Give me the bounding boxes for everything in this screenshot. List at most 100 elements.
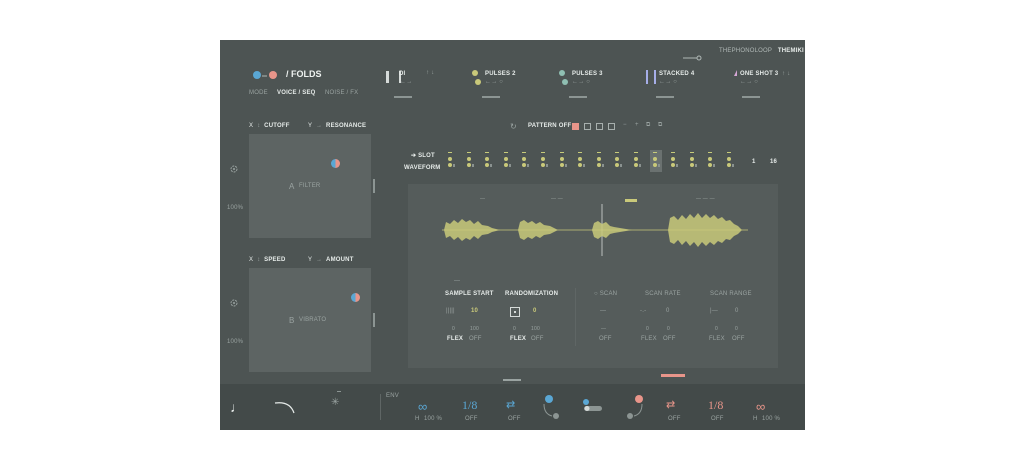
note-icon[interactable]: ♩ <box>230 399 244 415</box>
copy-icon[interactable]: ⧉ <box>646 122 650 129</box>
tab-voice-seq[interactable]: VOICE / SEQ <box>277 90 316 96</box>
scan-range-value[interactable]: 0 <box>735 308 739 314</box>
rate-value-2[interactable]: 1/8 <box>708 398 723 413</box>
horizontal-arrow-icon: → <box>315 257 323 263</box>
scan-range-off[interactable]: OFF <box>732 336 745 342</box>
curve-icon[interactable] <box>274 400 296 414</box>
horizontal-arrow-icon: → <box>315 123 323 129</box>
coral-indicator[interactable] <box>661 374 685 377</box>
sample-start-value[interactable]: 10 <box>471 308 478 314</box>
sequencer-step[interactable] <box>724 150 736 172</box>
voice-underline <box>394 96 412 98</box>
sequencer-step[interactable] <box>445 150 457 172</box>
voice-1[interactable]: DI ←→ <box>386 68 422 102</box>
paste-icon[interactable]: ⧉ <box>658 122 662 129</box>
pad-a-scrollbar[interactable] <box>373 179 375 193</box>
scan-range-icon: |— <box>710 308 718 314</box>
voice-updown-icons[interactable]: ↑ ↓ <box>782 71 790 77</box>
sequencer-step[interactable] <box>705 150 717 172</box>
seq-start[interactable]: 1 <box>752 159 756 165</box>
sample-start-label: SAMPLE START <box>445 291 494 297</box>
rate-off-2[interactable]: OFF <box>711 416 724 422</box>
sequencer-step[interactable] <box>594 150 606 172</box>
sequencer-step[interactable] <box>575 150 587 172</box>
direction-icon-1[interactable]: ⇄ <box>506 398 515 411</box>
tab-mode[interactable]: MODE <box>249 90 268 96</box>
scroll-indicator[interactable] <box>503 379 521 381</box>
pattern-minus[interactable]: − <box>623 122 627 128</box>
sequencer-step[interactable] <box>687 150 699 172</box>
sequencer-step[interactable] <box>482 150 494 172</box>
tab-noise-fx[interactable]: NOISE / FX <box>325 90 358 96</box>
voice-name: PULSES 3 <box>572 71 603 77</box>
burst-icon[interactable]: ✳ <box>331 397 339 408</box>
voice-bars-icon <box>646 70 656 84</box>
sequencer-step[interactable] <box>631 150 643 172</box>
voice-4[interactable]: STACKED 4 ←→ ○ <box>646 68 696 102</box>
mod-source-icon-1[interactable] <box>540 394 562 420</box>
rate-value-1[interactable]: 1/8 <box>462 398 477 413</box>
sequencer-step[interactable] <box>557 150 569 172</box>
pad-a-amount[interactable]: 100% <box>227 205 243 211</box>
pad-a-xy[interactable]: A FILTER <box>249 134 371 238</box>
sample-start-off[interactable]: OFF <box>469 336 482 342</box>
scan-value[interactable]: — <box>600 308 606 314</box>
direction-off-2[interactable]: OFF <box>668 416 681 422</box>
refresh-icon[interactable]: ↻ <box>510 122 517 131</box>
voice-3[interactable]: PULSES 3 ←→ ○ <box>559 68 609 102</box>
dice-icon[interactable] <box>510 307 520 317</box>
voice-updown-icons[interactable]: ↑ ↓ <box>426 70 434 76</box>
pad-a-link-icon[interactable] <box>229 161 239 173</box>
preset-title[interactable]: / FOLDS <box>286 69 322 79</box>
pad-a-handle[interactable] <box>331 159 340 168</box>
sequencer-step[interactable] <box>668 150 680 172</box>
scan-range-flex[interactable]: FLEX <box>709 336 725 342</box>
direction-off-1[interactable]: OFF <box>508 416 521 422</box>
toggle-icon[interactable] <box>582 398 604 412</box>
voice-name: PULSES 2 <box>485 71 516 77</box>
pad-b-amount[interactable]: 100% <box>227 339 243 345</box>
voice-controls-icon: ←→ ○ <box>740 79 759 85</box>
pattern-square-4[interactable] <box>608 123 615 130</box>
scan-range-max: 0 <box>735 326 738 332</box>
pattern-square-3[interactable] <box>596 123 603 130</box>
mod-source-icon-2[interactable] <box>624 394 646 420</box>
pad-b-handle[interactable] <box>351 293 360 302</box>
scan-rate-value[interactable]: 0 <box>666 308 670 314</box>
pad-b-y-param: AMOUNT <box>326 257 354 263</box>
pad-b-xy[interactable]: B VIBRATO <box>249 268 371 372</box>
step-sequencer[interactable] <box>445 150 745 174</box>
pattern-plus[interactable]: + <box>635 122 639 128</box>
pattern-square-2[interactable] <box>584 123 591 130</box>
sequencer-step[interactable] <box>612 150 624 172</box>
loop-icon-1[interactable]: ∞ <box>418 399 427 414</box>
loop-icon-2[interactable]: ∞ <box>756 399 765 414</box>
sequencer-step[interactable] <box>501 150 513 172</box>
direction-icon-2[interactable]: ⇄ <box>666 398 675 411</box>
sequencer-step[interactable] <box>649 150 662 172</box>
voice-2[interactable]: PULSES 2 ←→ ○ <box>472 68 522 102</box>
randomization-flex[interactable]: FLEX <box>510 336 526 342</box>
sequencer-step[interactable] <box>538 150 550 172</box>
randomization-value[interactable]: 0 <box>533 308 537 314</box>
randomization-off[interactable]: OFF <box>531 336 544 342</box>
pattern-label[interactable]: PATTERN OFF <box>528 123 571 129</box>
sequencer-step[interactable] <box>519 150 531 172</box>
voice-controls-icon: ←→ ○ <box>659 79 678 85</box>
voice-ramp-icon <box>734 70 737 76</box>
pad-b-name: VIBRATO <box>299 317 327 323</box>
voice-5[interactable]: ONE SHOT 3 ←→ ○ ↑ ↓ <box>734 68 794 102</box>
scan-off[interactable]: OFF <box>599 336 612 342</box>
scan-rate-off[interactable]: OFF <box>663 336 676 342</box>
scan-rate-flex[interactable]: FLEX <box>641 336 657 342</box>
pattern-square-1[interactable] <box>572 123 579 130</box>
settings-slider-icon[interactable] <box>683 48 703 61</box>
pad-b-scrollbar[interactable] <box>373 313 375 327</box>
sequencer-step[interactable] <box>464 150 476 172</box>
waveform-display[interactable] <box>442 202 748 258</box>
seq-end[interactable]: 16 <box>770 159 777 165</box>
sample-start-flex[interactable]: FLEX <box>447 336 463 342</box>
rate-off-1[interactable]: OFF <box>465 416 478 422</box>
pad-b-link-icon[interactable] <box>229 295 239 307</box>
voice-arrows-icon: ←→ <box>400 79 413 85</box>
